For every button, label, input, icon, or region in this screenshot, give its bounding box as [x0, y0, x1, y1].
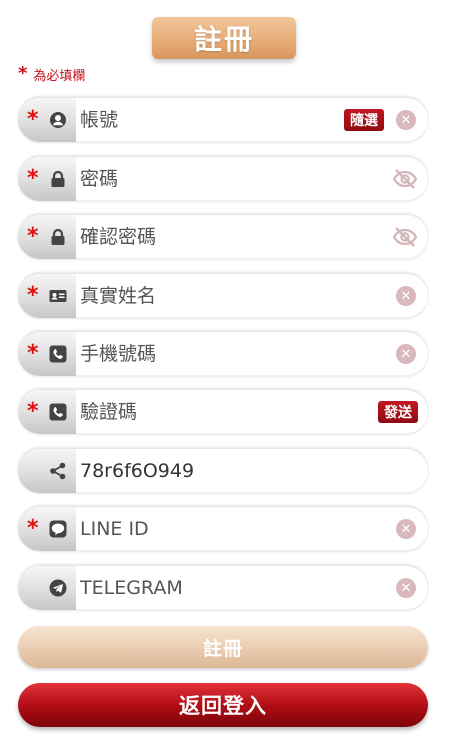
- clear-icon[interactable]: ✕: [396, 519, 416, 539]
- required-star: *: [18, 63, 28, 84]
- back-to-login-button[interactable]: 返回登入: [18, 683, 428, 727]
- clear-icon[interactable]: ✕: [396, 110, 416, 130]
- account-field: * 隨選 ✕: [18, 98, 428, 142]
- clear-icon[interactable]: ✕: [396, 578, 416, 598]
- eye-off-icon[interactable]: [392, 168, 418, 190]
- required-star: *: [27, 107, 39, 132]
- user-circle-icon: [49, 111, 67, 129]
- send-code-button[interactable]: 發送: [378, 401, 418, 423]
- required-star: *: [27, 399, 39, 424]
- verification-code-field: * 發送: [18, 390, 428, 434]
- id-card-icon: [49, 287, 67, 305]
- lock-icon: [49, 228, 67, 246]
- required-star: *: [27, 516, 39, 541]
- register-button[interactable]: 註冊: [18, 626, 428, 668]
- lock-icon: [49, 170, 67, 188]
- required-star: *: [27, 224, 39, 249]
- password-field: *: [18, 157, 428, 201]
- confirm-password-field: *: [18, 215, 428, 259]
- referral-code-input[interactable]: [80, 449, 340, 493]
- mobile-input[interactable]: [80, 332, 340, 376]
- real-name-field: * ✕: [18, 274, 428, 318]
- telegram-icon: [49, 579, 67, 597]
- clear-icon[interactable]: ✕: [396, 286, 416, 306]
- mobile-field: * ✕: [18, 332, 428, 376]
- password-input[interactable]: [80, 157, 340, 201]
- confirm-password-input[interactable]: [80, 215, 340, 259]
- eye-off-icon[interactable]: [392, 226, 418, 248]
- referral-code-field: [18, 449, 428, 493]
- required-star: *: [27, 341, 39, 366]
- field-cap: [18, 566, 76, 610]
- real-name-input[interactable]: [80, 274, 340, 318]
- page-title: 註冊: [152, 17, 296, 59]
- line-icon: [49, 520, 67, 538]
- line-id-input[interactable]: [80, 507, 340, 551]
- field-cap: [18, 449, 76, 493]
- line-id-field: * ✕: [18, 507, 428, 551]
- required-note-text: 為必填欄: [33, 68, 86, 84]
- required-note: * 為必填欄: [18, 64, 85, 84]
- verification-code-input[interactable]: [80, 390, 340, 434]
- required-star: *: [27, 166, 39, 191]
- clear-icon[interactable]: ✕: [396, 344, 416, 364]
- required-star: *: [27, 283, 39, 308]
- account-input[interactable]: [80, 98, 340, 142]
- random-account-button[interactable]: 隨選: [344, 109, 384, 131]
- share-icon: [49, 462, 67, 480]
- telegram-field: ✕: [18, 566, 428, 610]
- phone-icon: [49, 403, 67, 421]
- telegram-input[interactable]: [80, 566, 340, 610]
- phone-icon: [49, 345, 67, 363]
